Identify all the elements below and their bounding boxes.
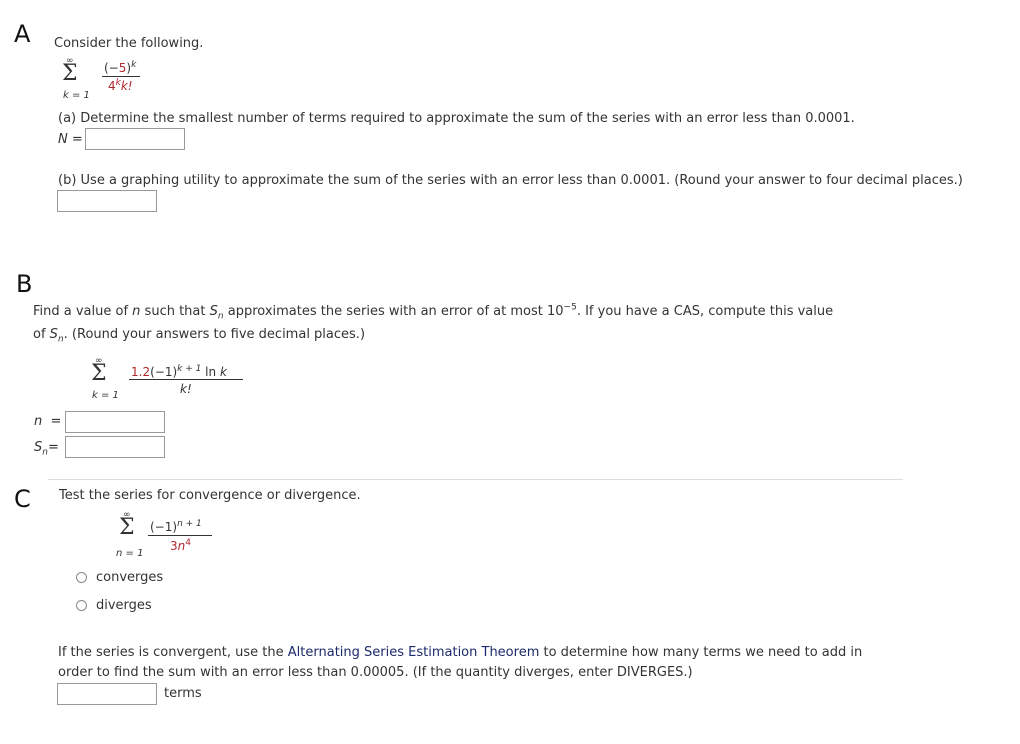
section-b-line1: Find a value of n such that Sn approxima… bbox=[33, 302, 834, 322]
radio-diverges[interactable] bbox=[76, 600, 87, 611]
n-label: N = bbox=[58, 132, 83, 147]
terms-input[interactable] bbox=[57, 683, 157, 705]
series-a-denominator: 4kk! bbox=[108, 78, 133, 94]
section-c-label: C bbox=[14, 485, 31, 513]
b-sn-label: Sn= bbox=[34, 440, 59, 458]
series-c-denominator: 3n4 bbox=[170, 538, 191, 554]
part-a-n-input[interactable] bbox=[85, 128, 185, 150]
series-b-numerator: 1.2(−1)k + 1 ln k bbox=[131, 364, 227, 380]
section-b-line2: of Sn. (Round your answers to five decim… bbox=[33, 327, 366, 345]
part-a-prompt: (a) Determine the smallest number of ter… bbox=[58, 111, 855, 126]
series-a-numerator: (−5)k bbox=[104, 60, 137, 76]
part-b-sum-input[interactable] bbox=[57, 190, 157, 212]
sigma-b-icon: Σ bbox=[91, 361, 107, 386]
series-b-denominator: k! bbox=[180, 382, 192, 396]
section-a-label: A bbox=[14, 20, 31, 48]
series-b-lower: k = 1 bbox=[92, 390, 119, 401]
followup-line1: If the series is convergent, use the Alt… bbox=[58, 645, 863, 660]
section-c-intro: Test the series for convergence or diver… bbox=[59, 488, 361, 503]
series-a-lower: k = 1 bbox=[63, 90, 90, 101]
section-b-label: B bbox=[16, 270, 33, 298]
series-c-fraction-bar bbox=[148, 535, 212, 536]
section-a-intro: Consider the following. bbox=[54, 36, 204, 51]
sigma-a-icon: Σ bbox=[62, 61, 78, 86]
series-c-numerator: (−1)n + 1 bbox=[150, 519, 202, 535]
series-a-fraction-bar bbox=[102, 76, 140, 77]
option-converges-label[interactable]: converges bbox=[96, 570, 163, 586]
section-divider bbox=[48, 479, 903, 480]
b-n-input[interactable] bbox=[65, 411, 165, 433]
followup-line2: order to find the sum with an error less… bbox=[58, 665, 693, 680]
option-diverges-label[interactable]: diverges bbox=[96, 598, 152, 614]
radio-converges[interactable] bbox=[76, 572, 87, 583]
b-sn-input[interactable] bbox=[65, 436, 165, 458]
sigma-c-icon: Σ bbox=[119, 515, 135, 540]
alternating-series-link[interactable]: Alternating Series Estimation Theorem bbox=[288, 645, 540, 660]
terms-label: terms bbox=[164, 686, 202, 701]
b-n-label: n = bbox=[34, 414, 62, 429]
series-b-fraction-bar bbox=[129, 379, 243, 380]
series-c-lower: n = 1 bbox=[116, 548, 144, 559]
part-b-prompt: (b) Use a graphing utility to approximat… bbox=[58, 173, 963, 188]
